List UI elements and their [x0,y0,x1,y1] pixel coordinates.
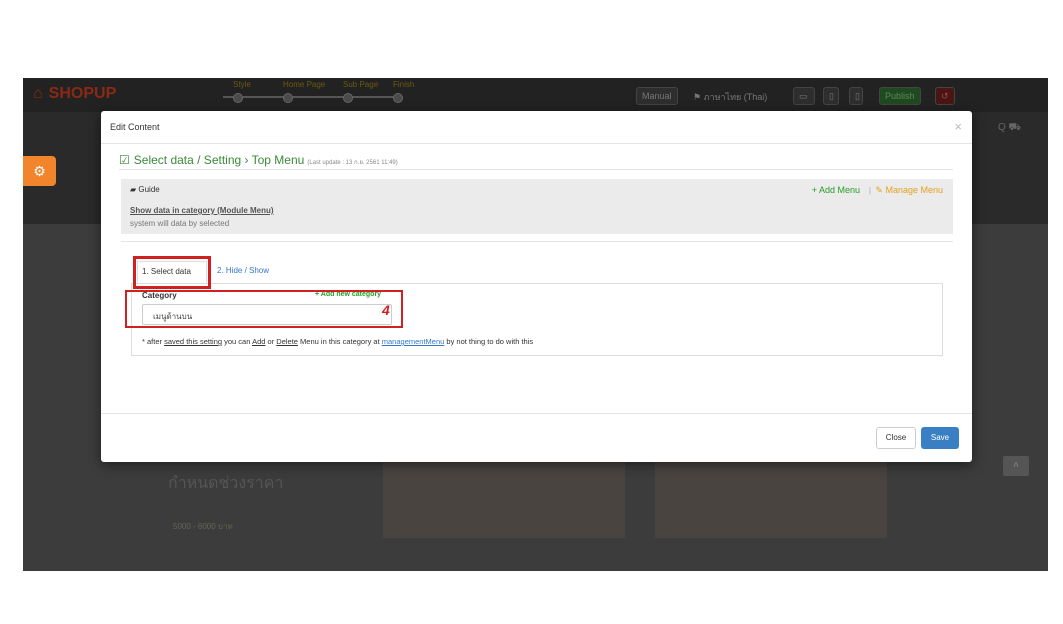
add-menu-link[interactable]: + Add Menu [812,185,860,195]
flag-icon: ⚑ [693,92,704,102]
price-heading: กำหนดช่วงราคา [168,475,284,492]
last-update: (Last update : 13 ก.ย. 2561 11:49) [307,160,398,166]
divider [101,413,972,414]
step-style: Style [233,80,251,103]
shopup-logo: ⌂ SHOPUP [33,85,117,102]
desktop-view-icon[interactable]: ▭ [793,87,815,105]
step-finish: Finish [393,80,414,103]
price-range: 5000 - 6000 บาท [173,522,233,531]
step-home-page: Home Page [283,80,325,103]
close-button[interactable]: Close [876,427,916,449]
divider [121,241,953,242]
mobile-view-icon[interactable]: ▯ [849,87,863,105]
divider [119,169,953,170]
manage-menu-link[interactable]: ✎ Manage Menu [875,185,943,196]
management-menu-link[interactable]: managementMenu [382,337,445,346]
help-note: * after saved this setting you can Add o… [142,337,534,346]
screenshot-stage: ⌂ SHOPUP Style Home Page Sub Page Finish … [0,0,1063,624]
search-cart-icons: Q ⛟ [998,122,1022,133]
publish-button[interactable]: Publish [879,87,921,105]
home-icon: ⌂ [33,85,43,102]
edit-content-modal: Edit Content × ☑ Select data / Setting › … [101,111,972,462]
close-icon[interactable]: × [954,119,962,134]
editor-topbar: ⌂ SHOPUP Style Home Page Sub Page Finish … [23,78,1048,112]
step-sub-page: Sub Page [343,80,378,103]
language-dropdown[interactable]: ⚑ ภาษาไทย (Thai) [688,87,772,105]
guide-separator: | [868,186,871,195]
gear-icon[interactable]: ⚙ [23,156,56,186]
annotation-number: 4 [382,302,390,318]
modal-header: Edit Content × [101,111,972,144]
modal-title: Edit Content [110,122,160,132]
background-photo [655,458,887,538]
annotation-box-category [125,290,403,328]
manual-button[interactable]: Manual [636,87,678,105]
guide-module-link[interactable]: Show data in category (Module Menu) [130,206,274,215]
tab-hide-show[interactable]: 2. Hide / Show [217,261,297,283]
guide-label: ▰ Guide [130,185,160,194]
scroll-top-icon[interactable]: ˄ [1003,456,1029,476]
step-progress: Style Home Page Sub Page Finish [213,80,414,110]
add-text: Add [252,337,266,346]
check-square-icon: ☑ [119,153,130,167]
save-button[interactable]: Save [921,427,959,449]
undo-icon[interactable]: ↺ [935,87,955,105]
pencil-icon: ✎ [875,185,886,195]
background-photo [383,458,625,538]
delete-text: Delete [276,337,298,346]
guide-panel: ▰ Guide + Add Menu | ✎ Manage Menu Show … [121,179,953,234]
section-title: ☑ Select data / Setting › Top Menu (Last u… [119,153,398,167]
annotation-box-tab [133,256,211,289]
saved-setting-text: saved this setting [164,337,223,346]
guide-description: system will data by selected [130,219,230,228]
tablet-view-icon[interactable]: ▯ [823,87,839,105]
